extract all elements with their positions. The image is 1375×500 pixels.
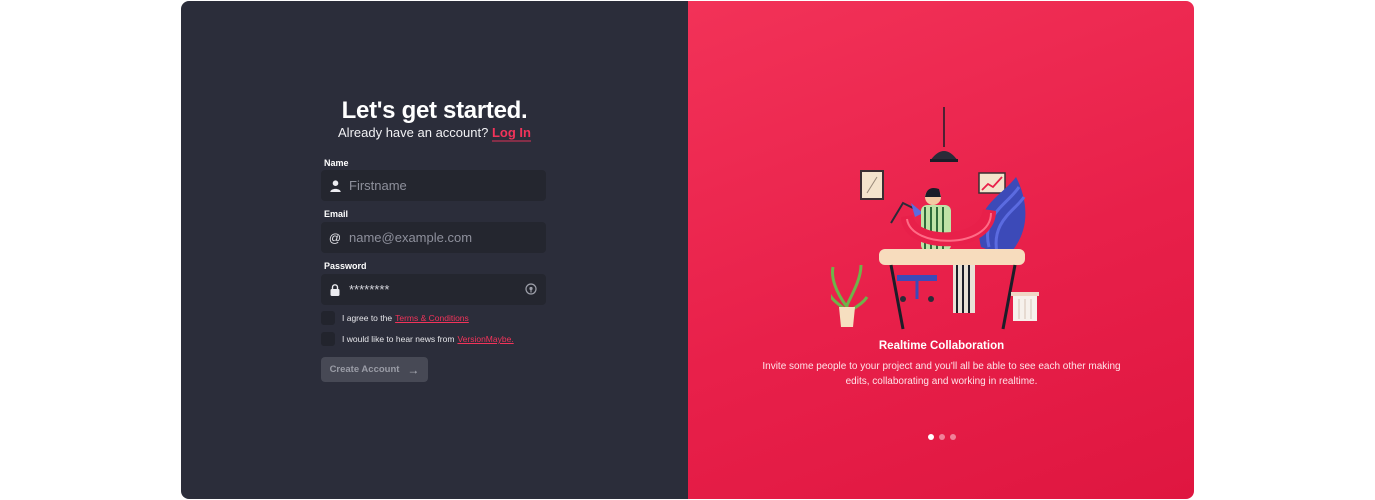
- news-row: I would like to hear news from VersionMa…: [321, 332, 514, 346]
- showcase-panel: Realtime Collaboration Invite some peopl…: [688, 1, 1194, 499]
- signup-card: Let's get started. Already have an accou…: [181, 1, 1194, 499]
- terms-link[interactable]: Terms & Conditions: [395, 313, 469, 323]
- user-icon: [321, 179, 349, 192]
- name-field-wrapper: [321, 170, 546, 201]
- at-icon: @: [328, 230, 342, 245]
- terms-row: I agree to the Terms & Conditions: [321, 311, 469, 325]
- carousel-dots: [928, 434, 956, 440]
- lock-icon: [321, 283, 349, 296]
- news-text: I would like to hear news from: [342, 334, 455, 344]
- password-label: Password: [324, 261, 367, 271]
- login-prompt: Already have an account? Log In: [181, 125, 688, 142]
- terms-text: I agree to the: [342, 313, 393, 323]
- arrow-right-icon: →: [407, 362, 420, 377]
- terms-checkbox[interactable]: [321, 311, 335, 325]
- email-field-wrapper: @: [321, 222, 546, 253]
- showcase-title: Realtime Collaboration: [878, 340, 1005, 352]
- signup-panel: Let's get started. Already have an accou…: [181, 1, 688, 499]
- name-label: Name: [324, 158, 349, 168]
- create-account-button[interactable]: Create Account →: [321, 357, 428, 382]
- email-input[interactable]: [349, 230, 519, 245]
- name-input[interactable]: [349, 178, 519, 193]
- news-link[interactable]: VersionMaybe.: [457, 334, 513, 344]
- carousel-dot[interactable]: [928, 434, 934, 440]
- password-input[interactable]: [349, 282, 519, 297]
- login-prompt-text: Already have an account?: [338, 125, 489, 140]
- eye-icon[interactable]: [524, 282, 538, 296]
- news-checkbox[interactable]: [321, 332, 335, 346]
- login-link[interactable]: Log In: [491, 125, 531, 142]
- showcase-description: Invite some people to your project and y…: [762, 361, 1121, 387]
- carousel-dot[interactable]: [950, 434, 956, 440]
- carousel-dot[interactable]: [939, 434, 945, 440]
- email-label: Email: [324, 209, 349, 219]
- password-field-wrapper: [321, 274, 546, 305]
- create-account-label: Create Account: [329, 364, 400, 375]
- page-title: Let's get started.: [341, 97, 528, 124]
- collaboration-illustration: [831, 107, 1039, 330]
